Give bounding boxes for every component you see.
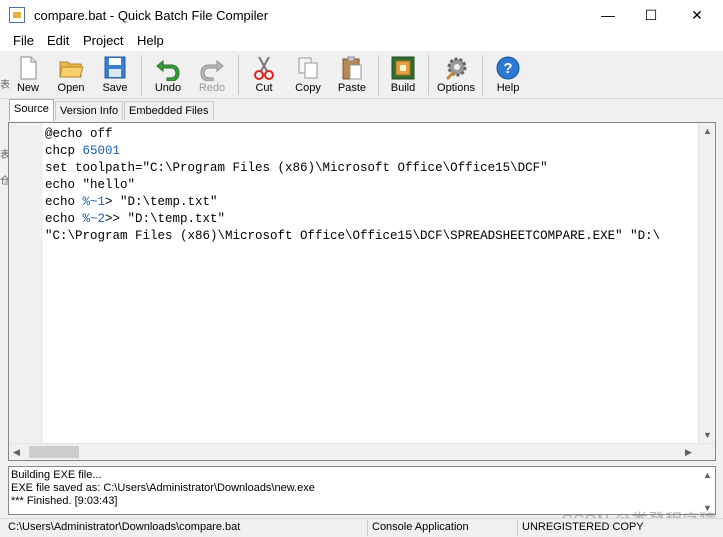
background-window-fragment: 表 bbox=[0, 150, 10, 161]
folder-icon bbox=[59, 61, 84, 78]
background-window-fragment: 表 bbox=[0, 80, 10, 91]
new-button[interactable]: New bbox=[6, 53, 50, 97]
help-question-icon: ? bbox=[496, 56, 520, 80]
build-label: Build bbox=[390, 82, 416, 94]
new-file-icon bbox=[20, 56, 37, 80]
open-button[interactable]: Open bbox=[49, 53, 93, 97]
toolbar: New Open Save Undo Redo Cut Copy Paste B… bbox=[0, 51, 723, 99]
gear-icon bbox=[445, 57, 467, 81]
output-line: Building EXE file... bbox=[11, 469, 102, 481]
minimize-button[interactable]: — bbox=[585, 0, 631, 31]
save-button[interactable]: Save bbox=[93, 53, 137, 97]
menu-edit[interactable]: Edit bbox=[47, 33, 69, 48]
background-window-fragment: 仓 bbox=[0, 176, 10, 187]
status-app-type: Console Application bbox=[372, 521, 469, 533]
code-editor[interactable]: @echo off chcp 65001 set toolpath="C:\Prog… bbox=[8, 122, 716, 461]
undo-button[interactable]: Undo bbox=[146, 53, 190, 97]
undo-arrow-icon bbox=[156, 59, 180, 81]
menu-help[interactable]: Help bbox=[137, 33, 164, 48]
copy-icon bbox=[298, 57, 318, 79]
paste-button[interactable]: Paste bbox=[330, 53, 374, 97]
copy-label: Copy bbox=[295, 82, 321, 94]
scroll-down-icon[interactable]: ▼ bbox=[703, 430, 712, 440]
menu-file[interactable]: File bbox=[13, 33, 34, 48]
vertical-scrollbar[interactable]: ▲ ▼ bbox=[698, 123, 715, 444]
code-line: echo %~1> "D:\temp.txt" bbox=[45, 195, 218, 209]
toolbar-separator bbox=[238, 55, 239, 95]
paste-label: Paste bbox=[337, 82, 367, 94]
status-separator bbox=[367, 520, 368, 536]
horizontal-scroll-thumb[interactable] bbox=[29, 446, 79, 458]
cut-button[interactable]: Cut bbox=[242, 53, 286, 97]
tab-bar: Source Version Info Embedded Files bbox=[0, 99, 723, 121]
status-bar: C:\Users\Administrator\Downloads\compare… bbox=[0, 518, 723, 537]
scroll-left-icon[interactable]: ◀ bbox=[13, 447, 20, 458]
floppy-disk-icon bbox=[104, 56, 126, 79]
code-line: echo "hello" bbox=[45, 178, 136, 192]
tab-version-info[interactable]: Version Info bbox=[55, 101, 124, 120]
code-text[interactable]: @echo off chcp 65001 set toolpath="C:\Prog… bbox=[45, 126, 660, 245]
toolbar-separator bbox=[378, 55, 379, 95]
scroll-up-icon[interactable]: ▲ bbox=[703, 126, 712, 136]
clipboard-icon bbox=[342, 56, 362, 80]
options-label: Options bbox=[437, 82, 475, 94]
status-separator bbox=[517, 520, 518, 536]
redo-label: Redo bbox=[198, 82, 226, 94]
menu-bar: File Edit Project Help bbox=[0, 31, 723, 51]
status-file-path: C:\Users\Administrator\Downloads\compare… bbox=[8, 521, 241, 533]
code-line: set toolpath="C:\Program Files (x86)\Mic… bbox=[45, 161, 548, 175]
close-button[interactable]: ✕ bbox=[674, 0, 720, 31]
redo-button[interactable]: Redo bbox=[190, 53, 234, 97]
status-license: UNREGISTERED COPY bbox=[522, 521, 644, 533]
save-label: Save bbox=[102, 82, 128, 94]
open-label: Open bbox=[57, 82, 85, 94]
toolbar-separator bbox=[141, 55, 142, 95]
output-line: *** Finished. [9:03:43] bbox=[11, 495, 118, 507]
copy-button[interactable]: Copy bbox=[286, 53, 330, 97]
help-label: Help bbox=[496, 82, 520, 94]
code-line: echo %~2>> "D:\temp.txt" bbox=[45, 212, 226, 226]
cut-label: Cut bbox=[255, 82, 273, 94]
code-line: chcp 65001 bbox=[45, 144, 121, 158]
title-bar: compare.bat - Quick Batch File Compiler … bbox=[0, 0, 723, 31]
build-icon bbox=[391, 56, 415, 80]
toolbar-separator bbox=[428, 55, 429, 95]
toolbar-separator bbox=[482, 55, 483, 95]
window-title: compare.bat - Quick Batch File Compiler bbox=[34, 8, 269, 23]
svg-text:?: ? bbox=[503, 60, 512, 77]
code-line: @echo off bbox=[45, 127, 113, 141]
line-gutter bbox=[9, 123, 43, 444]
tab-source[interactable]: Source bbox=[9, 99, 54, 121]
undo-label: Undo bbox=[154, 82, 182, 94]
new-label: New bbox=[16, 82, 39, 94]
app-icon[interactable] bbox=[9, 7, 25, 23]
horizontal-scrollbar[interactable]: ◀ ▶ bbox=[9, 443, 715, 460]
build-button[interactable]: Build bbox=[381, 53, 425, 97]
code-number: 65001 bbox=[82, 144, 121, 158]
scroll-right-icon[interactable]: ▶ bbox=[685, 447, 692, 458]
output-line: EXE file saved as: C:\Users\Administrato… bbox=[11, 482, 315, 494]
code-line: "C:\Program Files (x86)\Microsoft Office… bbox=[45, 229, 661, 243]
help-button[interactable]: ? Help bbox=[486, 53, 530, 97]
maximize-button[interactable]: ☐ bbox=[628, 0, 674, 31]
options-button[interactable]: Options bbox=[434, 53, 478, 97]
menu-project[interactable]: Project bbox=[83, 33, 123, 48]
redo-arrow-icon bbox=[200, 59, 224, 81]
tab-embedded-files[interactable]: Embedded Files bbox=[124, 101, 214, 120]
scissors-icon bbox=[254, 56, 274, 80]
output-scroll-up-icon[interactable]: ▲ bbox=[703, 469, 712, 482]
